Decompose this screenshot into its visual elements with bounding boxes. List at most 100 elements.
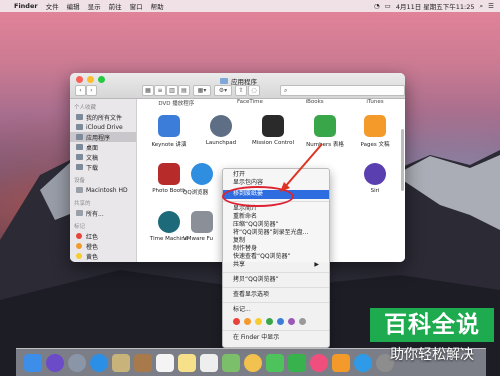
app-numbers[interactable]: Numbers 表格	[299, 115, 351, 148]
wifi-icon[interactable]: ◔	[374, 2, 380, 10]
red-tag-icon[interactable]	[233, 318, 240, 325]
menu-bar: Finder 文件 编辑 显示 前往 窗口 帮助 ◔ ▭ 4月11日 星期五下午…	[0, 0, 500, 12]
tag-icon[interactable]: ◌	[248, 85, 260, 96]
menubar-datetime[interactable]: 4月11日 星期五下午11:25	[396, 1, 475, 11]
sidebar-item-label: 下载	[86, 164, 99, 172]
purple-tag-icon[interactable]	[288, 318, 295, 325]
menu-help[interactable]: 帮助	[151, 1, 164, 11]
zoom-window-button[interactable]	[98, 76, 105, 83]
green-tag-icon[interactable]	[266, 318, 273, 325]
app-label-dvd[interactable]: DVD 播放程序	[158, 99, 194, 107]
menu-item-share[interactable]: 共享 ▶	[233, 261, 325, 269]
safari-icon[interactable]	[90, 353, 108, 372]
sidebar-item-label: iCloud Drive	[86, 123, 123, 131]
menu-file[interactable]: 文件	[46, 1, 59, 11]
app-mission-control[interactable]: Mission Control	[247, 115, 299, 146]
siri-icon[interactable]	[46, 353, 64, 372]
gray-tag-icon[interactable]	[299, 318, 306, 325]
menu-app-name[interactable]: Finder	[14, 2, 38, 10]
yellow-tag-icon[interactable]	[255, 318, 262, 325]
all-files-icon	[76, 114, 83, 120]
sidebar-tag-orange[interactable]: 橙色	[70, 241, 136, 251]
app-label-facetime[interactable]: FaceTime	[237, 99, 263, 107]
app-label-itunes[interactable]: iTunes	[366, 99, 383, 107]
network-icon	[76, 210, 83, 216]
share-icon[interactable]: ⇧	[235, 85, 247, 96]
icon-view-button[interactable]: ▦	[142, 85, 154, 96]
blue-tag-icon[interactable]	[277, 318, 284, 325]
app-label-ibooks[interactable]: iBooks	[306, 99, 324, 107]
menu-go[interactable]: 前往	[109, 1, 122, 11]
sidebar-item-downloads[interactable]: 下载	[70, 162, 136, 172]
launchpad-icon[interactable]	[68, 353, 86, 372]
sidebar-item-label: 红色	[86, 233, 99, 241]
maps-icon[interactable]	[222, 353, 240, 372]
sidebar-item-icloud[interactable]: iCloud Drive	[70, 122, 136, 132]
sidebar-header-shared: 共享的	[74, 201, 91, 207]
sidebar-tag-red[interactable]: 红色	[70, 231, 136, 241]
orange-tag-icon[interactable]	[244, 318, 251, 325]
sidebar-item-label: 桌面	[86, 144, 99, 152]
calendar-icon[interactable]	[156, 353, 174, 372]
books-icon[interactable]	[332, 353, 350, 372]
menu-item-open[interactable]: 打开	[233, 171, 325, 179]
menu-item-rename[interactable]: 重新命名	[233, 213, 325, 221]
back-button[interactable]: ‹	[75, 85, 86, 96]
menu-item-copy[interactable]: 拷贝“QQ浏览器”	[233, 276, 325, 284]
notification-center-icon[interactable]: ☰	[488, 2, 494, 10]
menu-item-compress[interactable]: 压缩“QQ浏览器”	[233, 221, 325, 229]
mail-icon[interactable]	[112, 353, 130, 372]
search-field[interactable]: ⌕	[280, 85, 405, 96]
sidebar-item-macintosh-hd[interactable]: Macintosh HD	[70, 185, 136, 195]
menu-item-duplicate[interactable]: 复制	[233, 237, 325, 245]
facetime-icon[interactable]	[288, 353, 306, 372]
column-view-button[interactable]: ▥	[166, 85, 178, 96]
app-pages[interactable]: Pages 文稿	[349, 115, 401, 148]
menu-item-burn[interactable]: 将“QQ浏览器”刻录至光盘...	[233, 229, 325, 237]
close-window-button[interactable]	[76, 76, 83, 83]
menu-item-tags[interactable]: 标记...	[233, 306, 325, 314]
messages-icon[interactable]	[266, 353, 284, 372]
document-icon	[76, 154, 83, 160]
vertical-scrollbar[interactable]	[401, 129, 404, 191]
action-gear-icon[interactable]: ⚙▾	[214, 85, 232, 96]
time-machine-icon	[158, 211, 180, 233]
menu-item-view-options[interactable]: 查看显示选项	[233, 291, 325, 299]
arrange-button[interactable]: ▦▾	[193, 85, 211, 96]
menu-window[interactable]: 窗口	[130, 1, 143, 11]
finder-icon[interactable]	[24, 353, 42, 372]
spotlight-icon[interactable]: ⌕	[480, 2, 484, 11]
share-label: 共享	[233, 261, 246, 268]
app-keynote[interactable]: Keynote 讲演	[143, 115, 195, 148]
menu-item-quick-look[interactable]: 快速查看“QQ浏览器”	[233, 253, 325, 261]
sidebar-item-all-files[interactable]: 我的所有文件	[70, 112, 136, 122]
photos-icon[interactable]	[244, 353, 262, 372]
sidebar-item-desktop[interactable]: 桌面	[70, 142, 136, 152]
music-icon[interactable]	[310, 353, 328, 372]
menu-view[interactable]: 显示	[88, 1, 101, 11]
app-vmware[interactable]: VMware Fu	[183, 211, 223, 242]
contacts-icon[interactable]	[134, 353, 152, 372]
watermark-subtitle: 助你轻松解决	[390, 347, 474, 363]
battery-icon[interactable]: ▭	[385, 2, 391, 10]
app-qq-browser[interactable]: QQ浏览器	[183, 163, 223, 196]
hard-disk-icon	[76, 187, 83, 193]
minimize-window-button[interactable]	[87, 76, 94, 83]
gallery-view-button[interactable]: ▤	[178, 85, 190, 96]
notes-icon[interactable]	[178, 353, 196, 372]
siri-icon	[364, 163, 386, 185]
app-launchpad[interactable]: Launchpad	[195, 115, 247, 146]
menu-item-show-in-finder[interactable]: 在 Finder 中显示	[233, 334, 325, 342]
reminders-icon[interactable]	[200, 353, 218, 372]
sidebar-item-all-shared[interactable]: 所有...	[70, 208, 136, 218]
partial-app-row: DVD 播放程序 FaceTime iBooks iTunes	[137, 99, 405, 107]
sidebar-item-applications[interactable]: 应用程序	[70, 132, 136, 142]
menu-edit[interactable]: 编辑	[67, 1, 80, 11]
sidebar-item-documents[interactable]: 文稿	[70, 152, 136, 162]
menu-separator	[223, 272, 329, 273]
app-siri[interactable]: Siri	[349, 163, 401, 194]
menu-item-make-alias[interactable]: 制作替身	[233, 245, 325, 253]
list-view-button[interactable]: ≡	[154, 85, 166, 96]
sidebar-tag-yellow[interactable]: 黄色	[70, 251, 136, 261]
forward-button[interactable]: ›	[86, 85, 97, 96]
